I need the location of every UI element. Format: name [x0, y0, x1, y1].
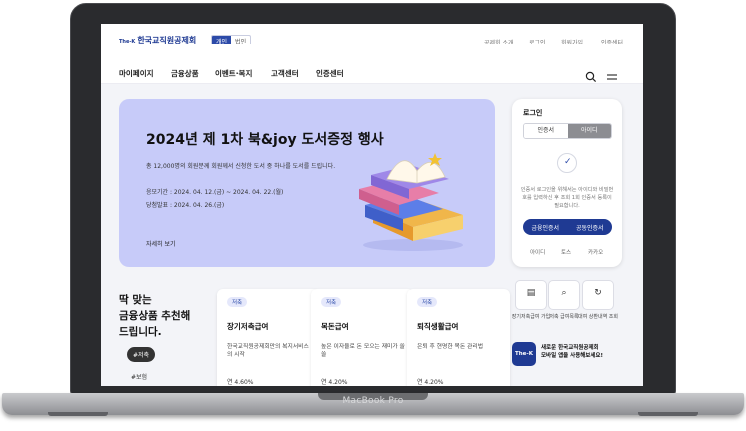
- card-tag: 저축: [417, 297, 438, 307]
- hero-apply-period: 응모기간 : 2024. 04. 12.(금) ~ 2024. 04. 22.(…: [146, 189, 284, 196]
- laptop-frame: MacBook Pro The-K한국교직원공제회 개인 법인 공제회 소개 로…: [0, 0, 746, 431]
- alt-login-toss[interactable]: 토스: [561, 248, 571, 256]
- laptop-model-label: MacBook Pro: [342, 396, 404, 406]
- laptop-foot-right: [638, 412, 698, 416]
- nav-support[interactable]: 고객센터: [271, 68, 299, 79]
- chip-savings[interactable]: #저축: [127, 347, 156, 362]
- card-title: 장기저축급여: [227, 322, 269, 331]
- login-panel: 로그인 인증서 아이디 ✓ 인증서 로그인을 위해서는 아이디와 비밀번호를 입…: [512, 99, 622, 267]
- check-icon: ✓: [557, 153, 577, 173]
- app-icon[interactable]: The-K: [512, 342, 536, 366]
- laptop-screen: The-K한국교직원공제회 개인 법인 공제회 소개 로그인 회원가입 인증센터…: [101, 24, 643, 386]
- login-buttons: 금융인증서 공동인증서: [523, 219, 612, 235]
- alt-login-id[interactable]: 아이디: [530, 248, 545, 256]
- login-title: 로그인: [523, 109, 543, 117]
- alt-login-kakao[interactable]: 카카오: [588, 248, 603, 256]
- nav-products[interactable]: 금융상품: [171, 68, 199, 79]
- top-bar: The-K한국교직원공제회 개인 법인 공제회 소개 로그인 회원가입 인증센터: [101, 24, 643, 48]
- card-title: 목돈급여: [321, 322, 349, 331]
- quick-savings-join[interactable]: ▤: [515, 280, 547, 310]
- laptop-foot-left: [48, 412, 108, 416]
- product-card[interactable]: 저축 퇴직생활급여 은퇴 후 현명한 목돈 관리법 연 4.20%: [407, 289, 510, 386]
- card-desc: 한국교직원공제회만의 복지서비스의 시작: [227, 344, 309, 358]
- card-rate: 연 4.60%: [227, 379, 254, 386]
- card-tag: 저축: [321, 297, 342, 307]
- books-illustration: [359, 153, 463, 251]
- card-desc: 은퇴 후 현명한 목돈 관리법: [417, 344, 484, 350]
- search-icon[interactable]: [585, 71, 597, 83]
- joint-cert-button[interactable]: 공동인증서: [576, 223, 604, 232]
- chip-insurance[interactable]: #보험: [131, 372, 147, 381]
- menu-icon[interactable]: [606, 72, 618, 82]
- hero-title: 2024년 제 1차 북&joy 도서증정 행사: [146, 132, 384, 148]
- financial-cert-button[interactable]: 금융인증서: [531, 223, 559, 232]
- app-promo-text[interactable]: 새로운 한국교직원공제회 모바일 앱을 사용해보세요!: [541, 344, 603, 360]
- quick-savings-list[interactable]: ⌕: [548, 280, 580, 310]
- recommend-title: 딱 맞는 금융상품 추천해 드립니다.: [119, 294, 191, 338]
- nav-certcenter[interactable]: 인증센터: [316, 68, 344, 79]
- card-title: 퇴직생활급여: [417, 322, 459, 331]
- hero-desc: 총 12,000명의 회원분께 회원께서 신청한 도서 중 하나를 도서를 드립…: [146, 163, 336, 170]
- login-tabs: 인증서 아이디: [523, 123, 612, 139]
- hero-announce-date: 당첨발표 : 2024. 04. 26.(금): [146, 202, 225, 209]
- product-card[interactable]: 저축 장기저축급여 한국교직원공제회만의 복지서비스의 시작 연 4.60%: [217, 289, 320, 386]
- card-rate: 연 4.20%: [417, 379, 444, 386]
- tab-id[interactable]: 아이디: [567, 124, 611, 138]
- card-rate: 연 4.20%: [321, 379, 348, 386]
- quick-loan-history[interactable]: ↻: [582, 280, 614, 310]
- card-tag: 저축: [227, 297, 248, 307]
- search-icon: ⌕: [561, 288, 567, 298]
- main-nav: 마이페이지 금융상품 이벤트·복지 고객센터 인증센터: [101, 44, 643, 84]
- login-info: 인증서 로그인을 위해서는 아이디와 비밀번호를 입력하신 후 조회 1회 인증…: [520, 187, 614, 209]
- tab-certificate[interactable]: 인증서: [524, 124, 568, 138]
- card-desc: 높은 이자율로 돈 모으는 재미가 쏠쏠: [321, 344, 405, 358]
- refresh-icon: ↻: [594, 288, 602, 298]
- quick-label: 대여 상환내역 조회: [578, 314, 618, 320]
- product-card[interactable]: 저축 목돈급여 높은 이자율로 돈 모으는 재미가 쏠쏠 연 4.20%: [311, 289, 414, 386]
- hero-banner[interactable]: 2024년 제 1차 북&joy 도서증정 행사 총 12,000명의 회원분께…: [119, 99, 495, 267]
- document-icon: ▤: [526, 288, 536, 298]
- nav-mypage[interactable]: 마이페이지: [119, 68, 154, 79]
- hero-more-link[interactable]: 자세히 보기: [146, 239, 176, 248]
- nav-events[interactable]: 이벤트·복지: [215, 68, 252, 79]
